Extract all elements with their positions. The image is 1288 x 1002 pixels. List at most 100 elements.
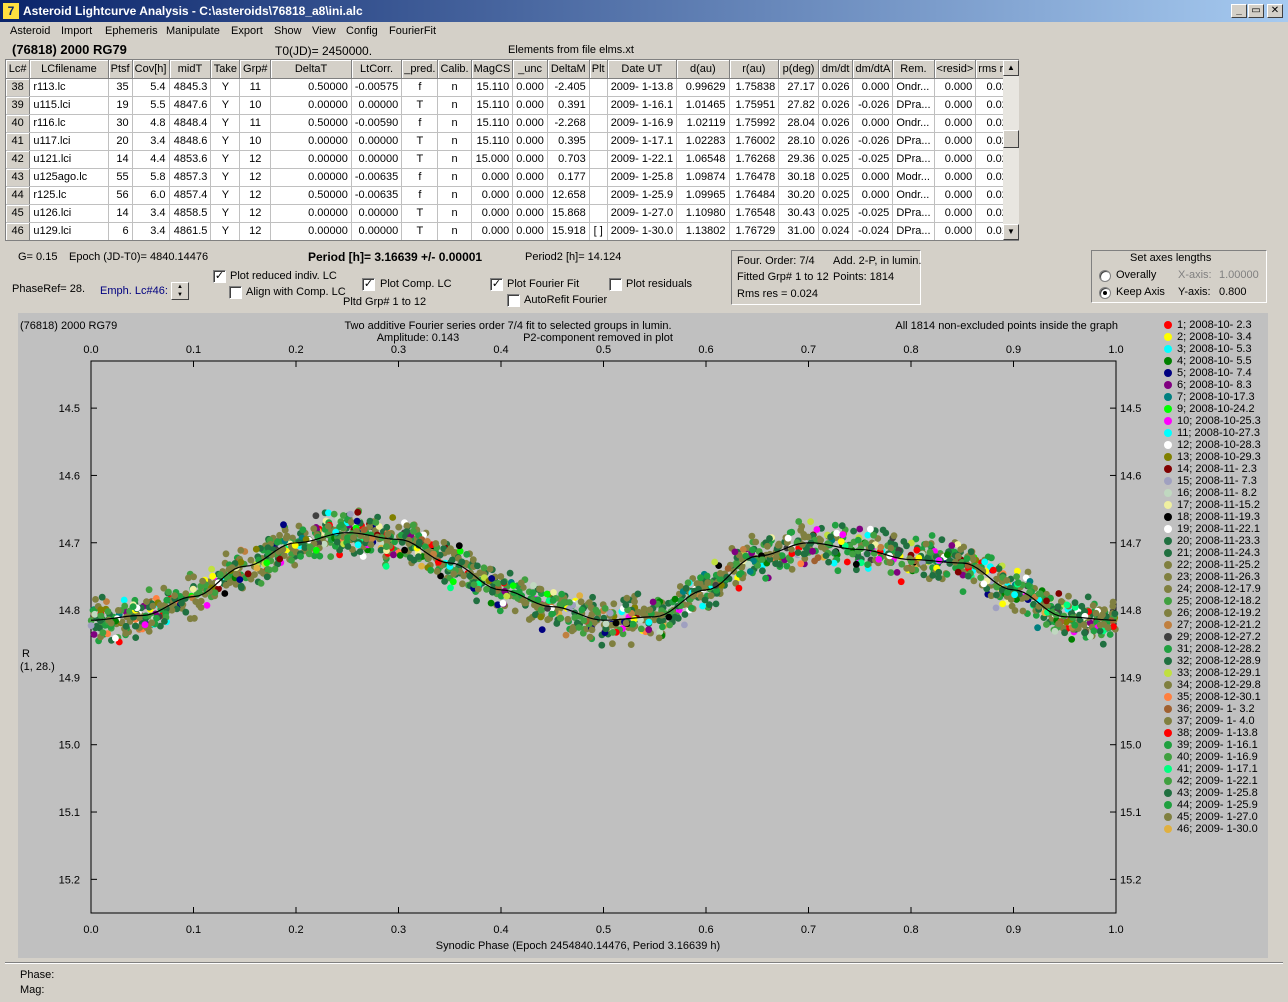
table-cell[interactable]: 0.000	[852, 114, 894, 133]
minimize-button[interactable]: _	[1231, 4, 1247, 18]
table-cell[interactable]: 0.000	[471, 222, 514, 240]
table-cell[interactable]: 0.000	[934, 78, 977, 97]
menu-fourierfit[interactable]: FourierFit	[389, 25, 436, 37]
column-header[interactable]: DeltaM	[547, 60, 590, 79]
table-cell[interactable]: 1.75838	[729, 78, 780, 97]
column-header[interactable]: midT	[169, 60, 212, 79]
table-cell[interactable]: 0.703	[547, 150, 590, 169]
table-cell[interactable]: 4848.6	[169, 132, 212, 151]
table-row[interactable]: 40 r116.lc 30 4.8 4848.4 Y 11 0.50000 -0.00590 f n…	[6, 114, 1018, 133]
table-cell[interactable]: 30.20	[778, 186, 819, 205]
row-header[interactable]: 43	[6, 168, 31, 187]
plot-residuals-checkbox[interactable]	[609, 278, 622, 291]
table-cell[interactable]: 27.82	[778, 96, 819, 115]
table-cell[interactable]: r116.lc	[29, 114, 109, 133]
table-cell[interactable]: 0.00000	[270, 132, 352, 151]
table-cell[interactable]: 0.000	[934, 168, 977, 187]
chart-svg[interactable]: (76818) 2000 RG79 Two additive Fourier se…	[18, 313, 1268, 958]
table-cell[interactable]: n	[437, 78, 472, 97]
table-cell[interactable]: f	[401, 186, 439, 205]
table-cell[interactable]: 3.4	[132, 132, 170, 151]
table-cell[interactable]: 0.025	[818, 186, 854, 205]
table-cell[interactable]: 0.000	[512, 168, 548, 187]
menu-show[interactable]: Show	[274, 25, 302, 37]
scroll-down-button[interactable]: ▼	[1003, 224, 1019, 240]
table-cell[interactable]: 0.50000	[270, 186, 352, 205]
table-cell[interactable]: 2009- 1-27.0	[607, 204, 678, 223]
table-cell[interactable]: u125ago.lc	[29, 168, 109, 187]
table-cell[interactable]: 2009- 1-13.8	[607, 78, 678, 97]
table-cell[interactable]: 0.000	[934, 186, 977, 205]
table-cell[interactable]: 0.000	[512, 96, 548, 115]
table-cell[interactable]: 0.391	[547, 96, 590, 115]
table-cell[interactable]: u129.lci	[29, 222, 109, 240]
table-cell[interactable]: 0.000	[852, 78, 894, 97]
plot-fourier-checkbox[interactable]: ✓	[490, 278, 503, 291]
table-cell[interactable]: 1.76548	[729, 204, 780, 223]
table-cell[interactable]: 15.868	[547, 204, 590, 223]
table-cell[interactable]: 0.00000	[270, 204, 352, 223]
lightcurve-table[interactable]: Lc# LCfilename Ptsf Cov[h] midT Take Grp# Delta…	[5, 59, 1019, 241]
table-cell[interactable]: 15.918	[547, 222, 590, 240]
table-cell[interactable]: 4853.6	[169, 150, 212, 169]
lightcurve-graph[interactable]: (76818) 2000 RG79 Two additive Fourier se…	[18, 313, 1268, 958]
close-button[interactable]: ✕	[1267, 4, 1283, 18]
table-cell[interactable]: 0.000	[471, 204, 514, 223]
column-header[interactable]: Cov[h]	[132, 60, 170, 79]
table-cell[interactable]: 3.4	[132, 204, 170, 223]
table-cell[interactable]: [ ]	[589, 222, 608, 240]
table-cell[interactable]: 28.04	[778, 114, 819, 133]
table-cell[interactable]: 0.025	[818, 150, 854, 169]
table-cell[interactable]: 15.110	[471, 96, 514, 115]
table-cell[interactable]: 12	[239, 204, 272, 223]
menu-config[interactable]: Config	[346, 25, 378, 37]
table-cell[interactable]: -0.00590	[351, 114, 403, 133]
align-comp-checkbox[interactable]	[229, 286, 242, 299]
table-cell[interactable]: 30	[108, 114, 133, 133]
table-cell[interactable]: 1.06548	[676, 150, 730, 169]
table-cell[interactable]: -0.024	[852, 222, 894, 240]
table-cell[interactable]: r113.lc	[29, 78, 109, 97]
table-cell[interactable]: 1.76478	[729, 168, 780, 187]
table-cell[interactable]: Y	[210, 114, 241, 133]
table-cell[interactable]: n	[437, 114, 472, 133]
table-cell[interactable]: 5.5	[132, 96, 170, 115]
table-cell[interactable]: u126.lci	[29, 204, 109, 223]
table-cell[interactable]: 29.36	[778, 150, 819, 169]
menu-export[interactable]: Export	[231, 25, 263, 37]
table-cell[interactable]: u121.lci	[29, 150, 109, 169]
table-row[interactable]: 39 u115.lci 19 5.5 4847.6 Y 10 0.00000 0.00000 Tn…	[6, 96, 1018, 115]
menu-manipulate[interactable]: Manipulate	[166, 25, 220, 37]
table-cell[interactable]: 3.4	[132, 222, 170, 240]
table-cell[interactable]: 4857.4	[169, 186, 212, 205]
table-cell[interactable]: 0.000	[512, 114, 548, 133]
row-header[interactable]: 42	[6, 150, 31, 169]
menu-asteroid[interactable]: Asteroid	[10, 25, 50, 37]
table-cell[interactable]: u117.lci	[29, 132, 109, 151]
scroll-thumb[interactable]	[1003, 130, 1019, 148]
column-header[interactable]: LCfilename	[29, 60, 109, 79]
table-cell[interactable]: Y	[210, 222, 241, 240]
table-cell[interactable]: 12	[239, 168, 272, 187]
column-header[interactable]: _unc	[512, 60, 548, 79]
table-cell[interactable]	[589, 132, 608, 151]
table-cell[interactable]	[589, 168, 608, 187]
autorefit-checkbox[interactable]	[507, 294, 520, 307]
table-cell[interactable]: 4.4	[132, 150, 170, 169]
table-cell[interactable]: T	[401, 204, 439, 223]
table-cell[interactable]: 0.026	[818, 132, 854, 151]
table-cell[interactable]: 1.76002	[729, 132, 780, 151]
table-cell[interactable]: 1.09874	[676, 168, 730, 187]
table-cell[interactable]: f	[401, 78, 439, 97]
table-cell[interactable]: 55	[108, 168, 133, 187]
title-bar[interactable]: 7 Asteroid Lightcurve Analysis - C:\aste…	[0, 0, 1288, 22]
table-cell[interactable]	[589, 150, 608, 169]
column-header[interactable]: Take	[210, 60, 241, 79]
table-cell[interactable]: 0.00000	[351, 150, 403, 169]
table-cell[interactable]: 0.00000	[270, 96, 352, 115]
table-cell[interactable]: 0.000	[934, 204, 977, 223]
table-cell[interactable]: 2009- 1-17.1	[607, 132, 678, 151]
table-cell[interactable]: 0.00000	[270, 150, 352, 169]
table-cell[interactable]: 0.00000	[270, 168, 352, 187]
table-cell[interactable]: 1.75992	[729, 114, 780, 133]
